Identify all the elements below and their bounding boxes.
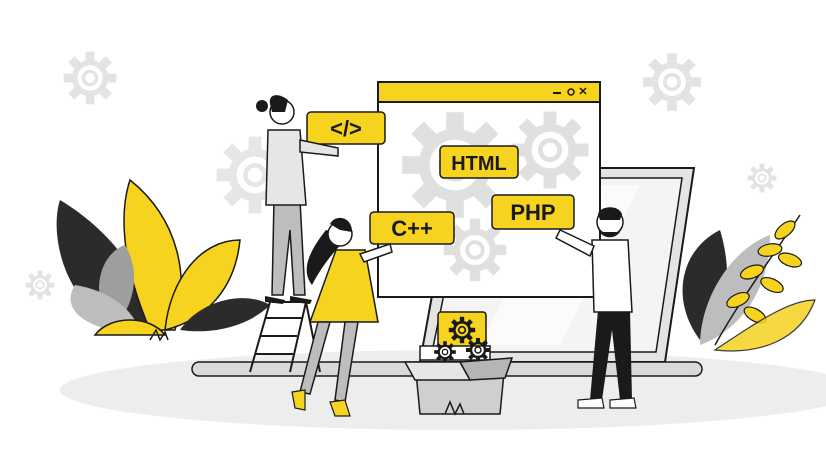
html-tag-label: HTML [451,153,507,175]
code-tag-label: </> [330,116,362,141]
browser-window[interactable] [377,81,601,298]
code-tag[interactable]: </> [306,111,386,145]
gear-icon [643,53,701,111]
gear-icon [746,162,778,194]
plant-right [682,214,816,352]
gear-icon [24,269,56,301]
php-tag-label: PHP [510,200,555,225]
illustration: </> HTML C++ PHP [24,0,826,430]
cpp-tag[interactable]: C++ [369,211,455,245]
html-tag[interactable]: HTML [439,145,519,179]
cpp-tag-label: C++ [391,216,433,241]
window-minimize-icon[interactable] [553,92,561,94]
plant-left [56,178,270,342]
gear-icon [64,52,117,105]
php-tag[interactable]: PHP [491,194,575,230]
